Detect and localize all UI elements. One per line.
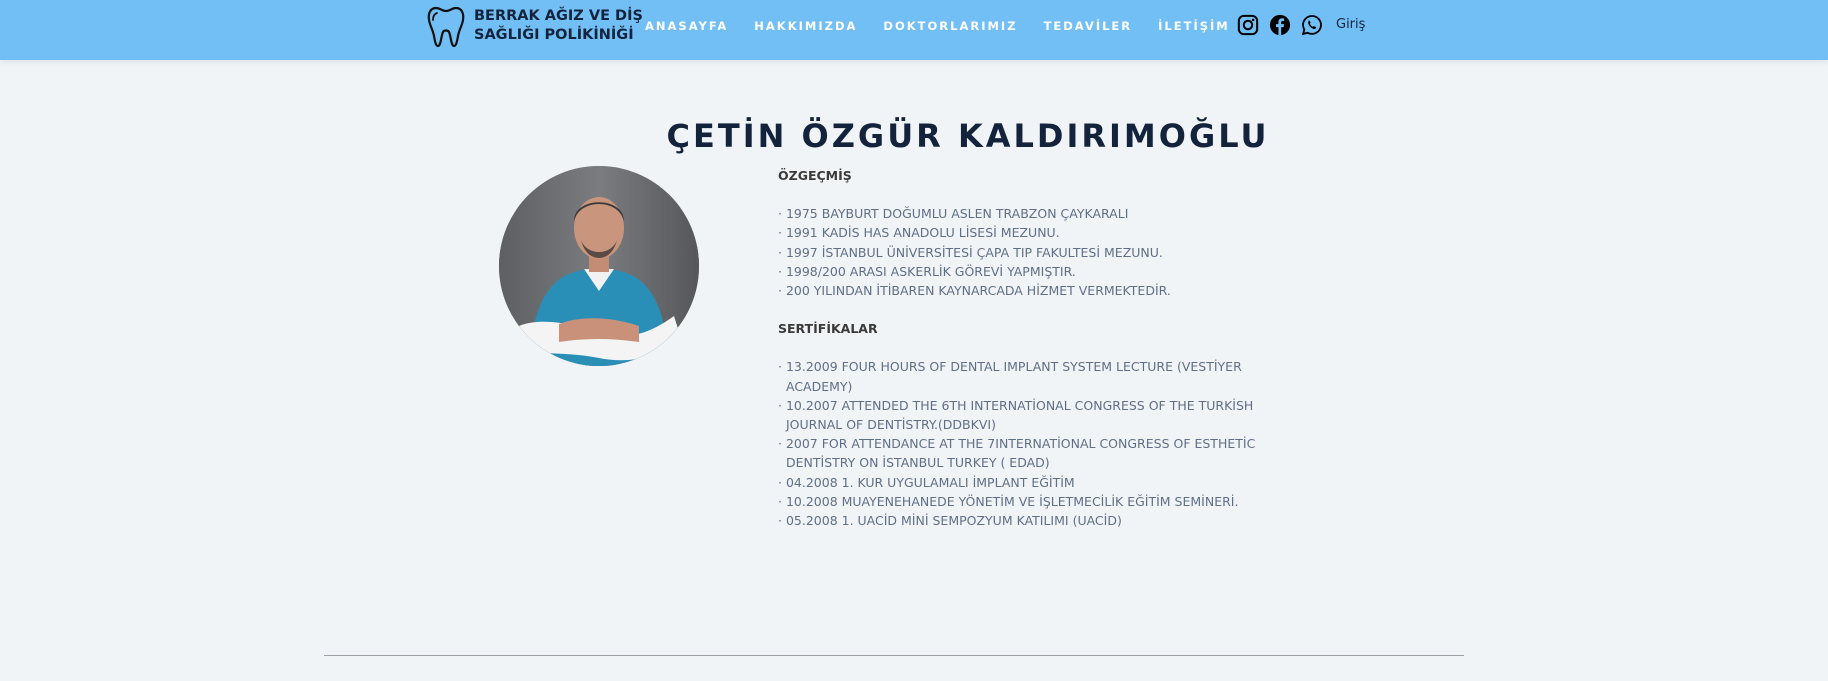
site-header: BERRAK AĞIZ VE DİŞ SAĞLIĞI POLİKİNİĞİ AN…: [0, 0, 1828, 60]
tooth-icon: [427, 6, 465, 48]
nav-item-doktorlarimiz[interactable]: DOKTORLARIMIZ: [883, 19, 1017, 33]
list-item: 05.2008 1. UACİD MİNİ SEMPOZYUM KATILIMI…: [778, 511, 1298, 530]
doctor-photo: [499, 166, 699, 366]
nav-item-iletisim[interactable]: İLETİŞİM: [1158, 19, 1230, 33]
whatsapp-icon[interactable]: [1301, 14, 1323, 36]
doctor-name: ÇETİN ÖZGÜR KALDIRIMOĞLU: [666, 117, 1270, 155]
footer-divider: [324, 655, 1464, 656]
instagram-icon[interactable]: [1237, 14, 1259, 36]
logo-line-2: SAĞLIĞI POLİKİNİĞİ: [474, 27, 634, 43]
certificates-title: SERTİFİKALAR: [778, 321, 878, 337]
list-item: 1997 İSTANBUL ÜNİVERSİTESİ ÇAPA TIP FAKU…: [778, 243, 1298, 262]
list-item: 1975 BAYBURT DOĞUMLU ASLEN TRABZON ÇAYKA…: [778, 204, 1298, 223]
nav-item-hakkimizda[interactable]: HAKKIMIZDA: [754, 19, 857, 33]
social-links: [1237, 14, 1323, 36]
list-item: 1998/200 ARASI ASKERLİK GÖREVİ YAPMIŞTIR…: [778, 262, 1298, 281]
list-item: 13.2009 FOUR HOURS OF DENTAL IMPLANT SYS…: [778, 357, 1298, 395]
certificates-list: 13.2009 FOUR HOURS OF DENTAL IMPLANT SYS…: [778, 357, 1298, 530]
biography-list: 1975 BAYBURT DOĞUMLU ASLEN TRABZON ÇAYKA…: [778, 204, 1298, 300]
main-nav: ANASAYFA HAKKIMIZDA DOKTORLARIMIZ TEDAVİ…: [645, 19, 1230, 33]
list-item: 2007 FOR ATTENDANCE AT THE 7INTERNATİONA…: [778, 434, 1298, 472]
doctor-details: ÖZGEÇMİŞ 1975 BAYBURT DOĞUMLU ASLEN TRAB…: [778, 166, 1298, 530]
logo-line-1: BERRAK AĞIZ VE DİŞ: [474, 8, 643, 24]
nav-item-anasayfa[interactable]: ANASAYFA: [645, 19, 728, 33]
site-logo[interactable]: BERRAK AĞIZ VE DİŞ SAĞLIĞI POLİKİNİĞİ: [426, 4, 643, 48]
facebook-icon[interactable]: [1269, 14, 1291, 36]
login-link[interactable]: Giriş: [1336, 17, 1365, 32]
biography-title: ÖZGEÇMİŞ: [778, 168, 852, 183]
list-item: 10.2007 ATTENDED THE 6TH INTERNATİONAL C…: [778, 396, 1298, 434]
logo-text: BERRAK AĞIZ VE DİŞ SAĞLIĞI POLİKİNİĞİ: [474, 7, 643, 45]
list-item: 1991 KADİS HAS ANADOLU LİSESİ MEZUNU.: [778, 223, 1298, 242]
list-item: 200 YILINDAN İTİBAREN KAYNARCADA HİZMET …: [778, 281, 1298, 300]
page: BERRAK AĞIZ VE DİŞ SAĞLIĞI POLİKİNİĞİ AN…: [0, 0, 1828, 681]
list-item: 10.2008 MUAYENEHANEDE YÖNETİM VE İŞLETME…: [778, 492, 1298, 511]
list-item: 04.2008 1. KUR UYGULAMALI İMPLANT EĞİTİM: [778, 473, 1298, 492]
nav-item-tedaviler[interactable]: TEDAVİLER: [1044, 19, 1133, 33]
